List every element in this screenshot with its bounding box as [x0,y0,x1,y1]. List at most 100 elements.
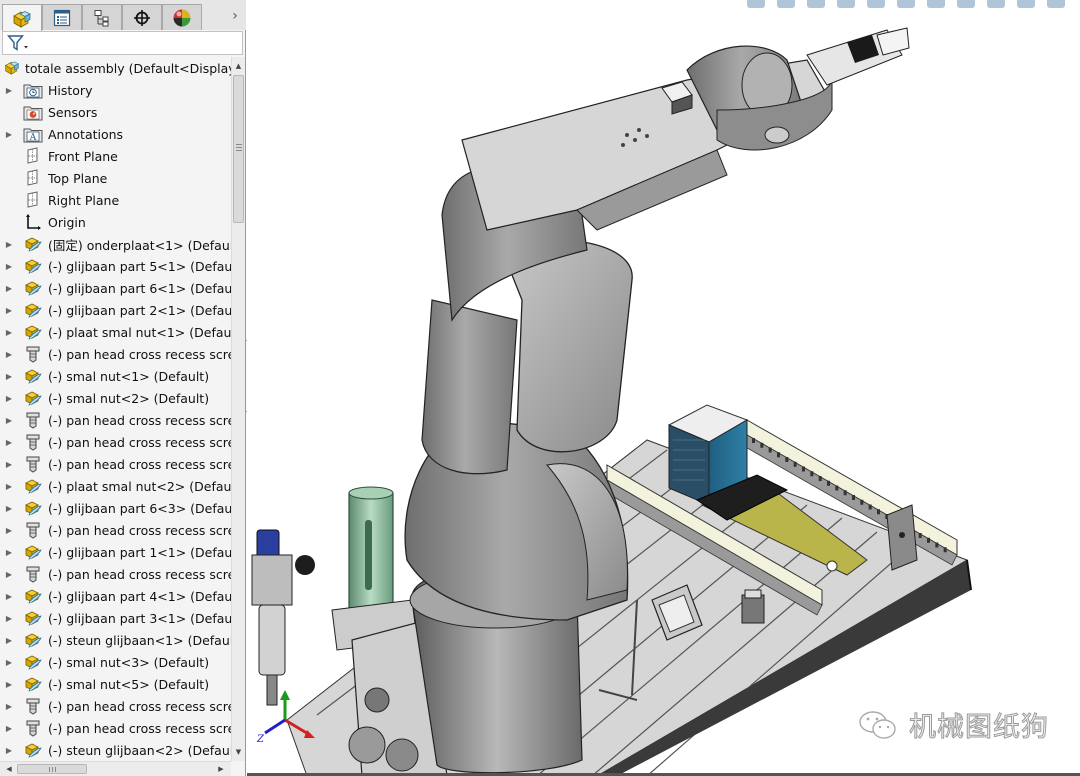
expand-arrow-icon[interactable]: ▶ [0,284,18,293]
tree-item[interactable]: Front Plane [0,145,232,167]
tree-vertical-scrollbar[interactable]: ▲ ▼ [231,57,245,761]
edit-appearance-icon[interactable] [987,0,1005,8]
expand-arrow-icon[interactable]: ▶ [0,394,18,403]
tree-item[interactable]: ▶ (-) glijbaan part 6<1> (Default) [0,277,232,299]
expand-arrow-icon[interactable]: ▶ [0,636,18,645]
tree-item-label: (-) smal nut<5> (Default) [48,676,210,692]
tree-item[interactable]: ▶ (-) pan head cross recess screw [0,431,232,453]
section-view-icon[interactable] [837,0,855,8]
expand-arrow-icon[interactable]: ▶ [0,746,18,755]
previous-view-icon[interactable] [807,0,825,8]
view-settings-icon[interactable] [1047,0,1065,8]
tree-item[interactable]: ▶ (-) pan head cross recess screw [0,717,232,739]
expand-arrow-icon[interactable]: ▶ [0,526,18,535]
tree-item[interactable]: ▶ (-) plaat smal nut<2> (Default) [0,475,232,497]
tree-item[interactable]: Sensors [0,101,232,123]
expand-arrow-icon[interactable]: ▶ [0,570,18,579]
expand-arrow-icon[interactable]: ▶ [0,416,18,425]
screw-part-icon [23,455,43,473]
tree-item[interactable]: ▶ (-) pan head cross recess screw [0,409,232,431]
subassembly-icon [23,367,43,385]
expand-arrow-icon[interactable]: ▶ [0,460,18,469]
expand-arrow-icon[interactable]: ▶ [0,658,18,667]
tree-item[interactable]: ▶ (-) glijbaan part 2<1> (Default) [0,299,232,321]
tree-item[interactable]: ▶ (-) smal nut<2> (Default) [0,387,232,409]
horizontal-scroll-thumb[interactable] [17,764,87,774]
robot-assembly-model[interactable]: Z [247,0,1080,776]
tree-item[interactable]: ▶ (-) smal nut<1> (Default) [0,365,232,387]
tree-item[interactable]: ▶ (-) steun glijbaan<1> (Default) [0,629,232,651]
expand-arrow-icon[interactable]: ▶ [0,328,18,337]
tree-item[interactable]: Top Plane [0,167,232,189]
tree-item[interactable]: ▶ (-) glijbaan part 5<1> (Default) [0,255,232,277]
expand-arrow-icon[interactable]: ▶ [0,724,18,733]
tree-item[interactable]: ▶ (-) smal nut<3> (Default) [0,651,232,673]
configurationmanager-tab[interactable] [82,4,122,30]
scroll-up-arrow-icon[interactable]: ▲ [232,59,245,73]
expand-arrow-icon[interactable]: ▶ [0,306,18,315]
scroll-down-arrow-icon[interactable]: ▼ [232,745,245,759]
zoom-to-fit-icon[interactable] [747,0,765,8]
tree-item-label: (-) pan head cross recess screw [48,346,232,362]
tree-item[interactable]: ▶ (-) glijbaan part 6<3> (Default) [0,497,232,519]
expand-arrow-icon[interactable]: ▶ [0,262,18,271]
zoom-to-area-icon[interactable] [777,0,795,8]
tree-item[interactable]: ▶ (-) pan head cross recess screw [0,453,232,475]
dimxpert-tab[interactable] [122,4,162,30]
expand-arrow-icon[interactable]: ▶ [0,504,18,513]
screw-part-icon [23,411,43,429]
expand-arrow-icon[interactable]: ▶ [0,614,18,623]
expand-arrow-icon[interactable]: ▶ [0,130,18,139]
tree-item[interactable]: ▶ (-) glijbaan part 4<1> (Default) [0,585,232,607]
scroll-right-arrow-icon[interactable]: ▶ [214,762,228,776]
expand-arrow-icon[interactable]: ▶ [0,680,18,689]
tree-item[interactable]: ▶ (-) pan head cross recess screw [0,563,232,585]
expand-arrow-icon[interactable]: ▶ [0,86,18,95]
subassembly-icon [23,323,43,341]
tree-item[interactable]: ▶ (-) smal nut<5> (Default) [0,673,232,695]
hide-show-items-icon[interactable] [957,0,975,8]
apply-scene-icon[interactable] [1017,0,1035,8]
rail-slot [818,476,822,481]
graphics-area[interactable]: Z 机械图纸狗 [247,0,1080,776]
expand-arrow-icon[interactable]: ▶ [0,592,18,601]
expand-arrow-icon[interactable]: ▶ [0,350,18,359]
subassembly-icon [23,235,43,253]
expand-arrow-icon[interactable]: ▶ [0,702,18,711]
expand-arrow-icon[interactable]: ▶ [0,438,18,447]
display-manager-tab[interactable] [162,4,202,30]
dynamic-annotation-icon[interactable] [867,0,885,8]
tree-item[interactable]: ▶ (-) pan head cross recess screw [0,343,232,365]
tree-item[interactable]: Right Plane [0,189,232,211]
tree-item[interactable]: ▶ (-) glijbaan part 3<1> (Default) [0,607,232,629]
tree-item-label: (-) steun glijbaan<1> (Default) [48,632,232,648]
tree-item-label: (-) glijbaan part 6<1> (Default) [48,280,232,296]
expand-arrow-icon[interactable]: ▶ [0,372,18,381]
tree-root-assembly[interactable]: totale assembly (Default<Display S [0,57,232,79]
feature-tree-filter[interactable] [2,31,243,55]
expand-arrow-icon[interactable]: ▶ [0,482,18,491]
tree-item[interactable]: ▶ History [0,79,232,101]
more-tabs-chevron-icon[interactable]: › [228,6,242,26]
wechat-icon [859,710,896,739]
tree-item[interactable]: ▶ (固定) onderplaat<1> (Default) [0,233,232,255]
expand-arrow-icon[interactable]: ▶ [0,240,18,249]
display-style-icon[interactable] [927,0,945,8]
tree-item[interactable]: ▶ A Annotations [0,123,232,145]
propertymanager-tab[interactable] [42,4,82,30]
tree-horizontal-scrollbar[interactable]: ◀ ▶ [0,761,231,776]
view-orientation-icon[interactable] [897,0,915,8]
tree-item[interactable]: Origin [0,211,232,233]
featuremanager-tab[interactable] [2,4,42,31]
tree-item[interactable]: ▶ (-) pan head cross recess screw [0,695,232,717]
tree-item[interactable]: ▶ (-) steun glijbaan<2> (Default) [0,739,232,761]
tree-item[interactable]: ▶ (-) pan head cross recess screw [0,519,232,541]
tree-item-label: (-) pan head cross recess screw [48,434,232,450]
screw-part-icon [23,719,43,737]
tree-item-label: (-) pan head cross recess screw [48,522,232,538]
expand-arrow-icon[interactable]: ▶ [0,548,18,557]
tree-item[interactable]: ▶ (-) plaat smal nut<1> (Default) [0,321,232,343]
vertical-scroll-thumb[interactable] [233,75,244,223]
tree-item[interactable]: ▶ (-) glijbaan part 1<1> (Default) [0,541,232,563]
scroll-left-arrow-icon[interactable]: ◀ [2,762,16,776]
